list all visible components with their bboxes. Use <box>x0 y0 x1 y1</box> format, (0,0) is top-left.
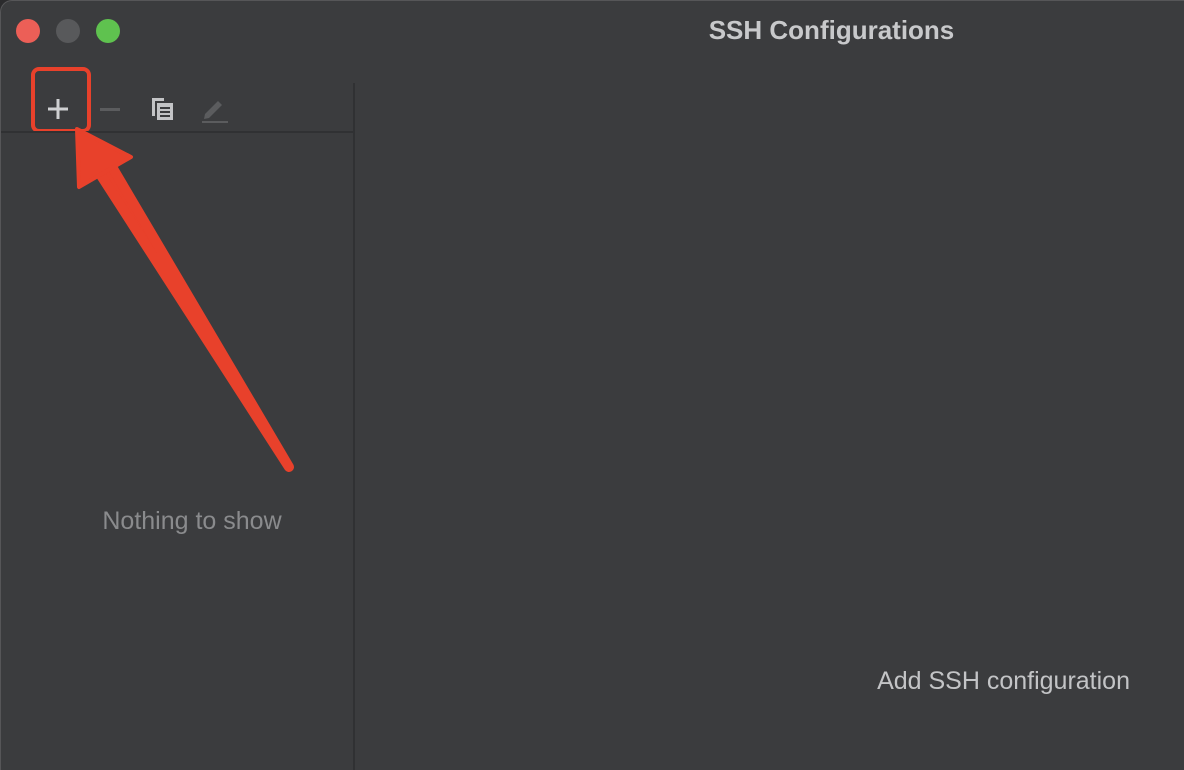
title-bar: SSH Configurations <box>1 1 1184 61</box>
copy-configuration-button[interactable] <box>142 89 182 129</box>
maximize-window-button[interactable] <box>96 19 120 43</box>
edit-configuration-button[interactable] <box>194 89 234 129</box>
ssh-configurations-window: SSH Configurations Nothing to show Add S… <box>0 0 1184 770</box>
plus-icon <box>48 99 68 119</box>
configurations-list-panel: Nothing to show <box>1 67 353 770</box>
minimize-window-button[interactable] <box>56 19 80 43</box>
minus-icon <box>100 108 120 111</box>
remove-configuration-button[interactable] <box>90 89 130 129</box>
toolbar-divider <box>1 131 353 133</box>
list-toolbar <box>1 67 353 133</box>
copy-icon <box>152 98 173 120</box>
window-title: SSH Configurations <box>708 15 955 45</box>
close-window-button[interactable] <box>16 19 40 43</box>
pencil-icon <box>202 101 228 123</box>
add-ssh-configuration-link[interactable]: Add SSH configuration <box>877 667 1130 696</box>
configuration-detail-panel: Add SSH configuration <box>355 83 1184 770</box>
add-configuration-button[interactable] <box>38 89 78 129</box>
empty-list-message: Nothing to show <box>102 507 282 535</box>
